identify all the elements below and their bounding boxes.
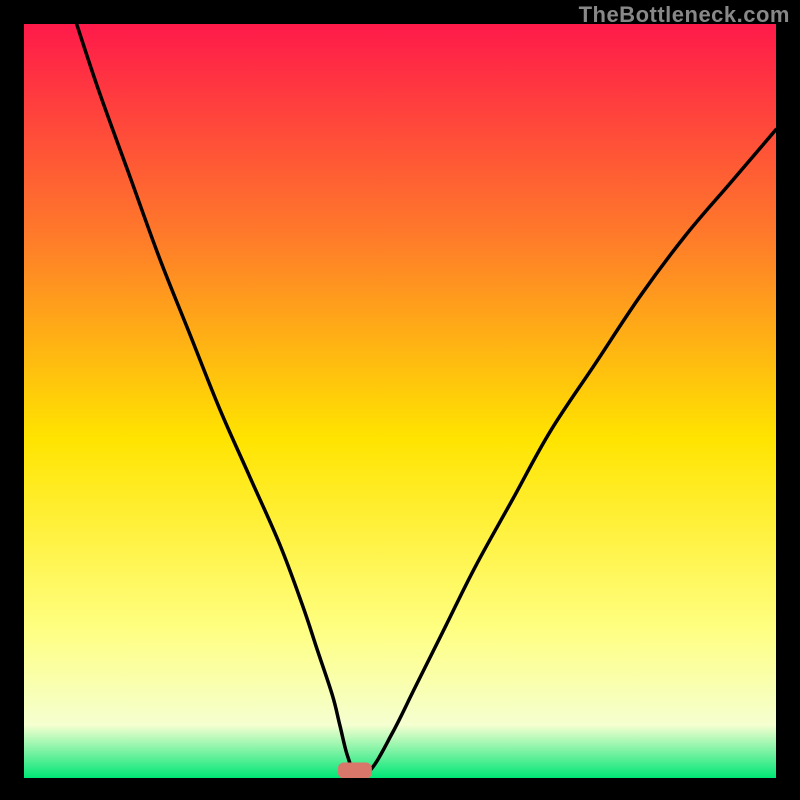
watermark-text: TheBottleneck.com <box>579 2 790 28</box>
gradient-background <box>24 24 776 778</box>
min-marker <box>338 762 372 778</box>
chart-frame: TheBottleneck.com <box>0 0 800 800</box>
chart-svg <box>24 24 776 778</box>
plot-area <box>24 24 776 778</box>
